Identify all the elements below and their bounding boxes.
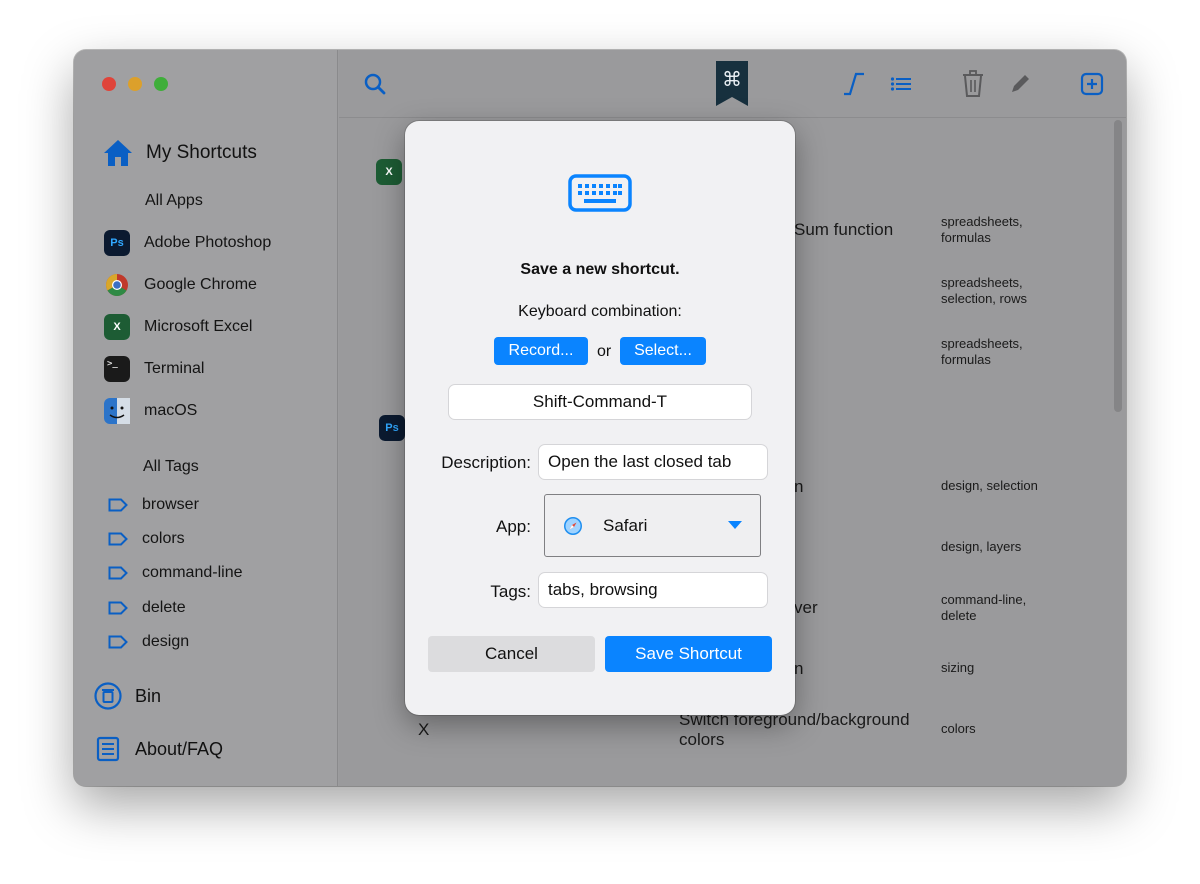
sidebar-item-label: My Shortcuts [146,142,257,163]
sidebar-tag-delete[interactable]: delete [108,599,186,617]
combination-field[interactable]: Shift-Command-T [448,384,752,420]
sidebar-item-all-apps[interactable]: All Apps [145,192,203,210]
chrome-icon [104,272,130,298]
app-label: App: [496,517,531,536]
photoshop-icon: Ps [104,230,130,256]
row-tags: command-line, delete [941,592,1027,623]
search-icon[interactable] [363,72,387,96]
select-button[interactable]: Select... [620,337,706,365]
tags-label: Tags: [490,582,531,601]
photoshop-icon: Ps [379,415,405,441]
toolbar: ⌘ [339,50,1126,118]
sidebar-item-label: All Tags [143,458,199,475]
cancel-button[interactable]: Cancel [428,636,595,672]
sidebar-item-my-shortcuts[interactable]: My Shortcuts [102,138,257,168]
save-shortcut-button[interactable]: Save Shortcut [605,636,772,672]
or-label: or [597,343,612,360]
dialog-title: Save a new shortcut. [520,261,680,278]
sidebar-tag-label: colors [142,530,185,547]
row-tags: spreadsheets, formulas [941,336,1023,367]
row-tags: spreadsheets, selection, rows [941,275,1027,306]
sidebar-item-label: Microsoft Excel [144,318,253,335]
tags-field[interactable]: tabs, browsing [538,572,768,608]
row-tags: design, layers [941,539,1022,554]
tag-icon [108,566,128,580]
sidebar-tag-command-line[interactable]: command-line [108,564,242,582]
sidebar-tag-browser[interactable]: browser [108,496,199,514]
sidebar-item-all-tags[interactable]: All Tags [143,458,199,476]
description-field[interactable]: Open the last closed tab [538,444,768,480]
sidebar-item-label: Bin [135,685,162,706]
edit-icon[interactable] [1009,73,1031,95]
description-label: Description: [441,453,531,472]
tag-icon [108,498,128,512]
safari-icon [564,516,582,535]
delete-icon[interactable] [961,70,985,98]
zoom-window-button[interactable] [154,77,168,91]
sidebar-tag-colors[interactable]: colors [108,530,185,548]
sidebar-item-bin[interactable]: Bin [94,682,161,710]
close-window-button[interactable] [102,77,116,91]
sidebar-item-label: All Apps [145,192,203,209]
scrollbar[interactable] [1114,120,1122,412]
tag-icon [108,601,128,615]
sidebar-item-terminal[interactable]: >_ Terminal [104,356,204,382]
sidebar-item-label: Adobe Photoshop [144,234,272,251]
sidebar-item-label: macOS [144,402,198,419]
combination-label: Keyboard combination: [518,303,682,320]
row-description: ver [794,598,818,617]
minimize-window-button[interactable] [128,77,142,91]
function-icon[interactable] [842,72,868,96]
tag-icon [108,532,128,546]
home-icon [104,140,132,166]
sidebar: My Shortcuts All Apps Ps Adobe Photoshop… [74,50,338,786]
row-description: n [794,477,804,496]
app-select-value: Safari [603,515,648,535]
sidebar-tag-label: browser [142,496,199,513]
sidebar-item-excel[interactable]: X Microsoft Excel [104,314,252,340]
keyboard-icon [568,174,632,212]
excel-icon: X [104,314,130,340]
row-key: X [418,720,430,739]
tag-icon [108,635,128,649]
app-logo-icon: ⌘ [716,61,748,106]
sidebar-item-about[interactable]: About/FAQ [96,736,223,762]
row-description: n [794,659,804,678]
sidebar-item-label: Terminal [144,360,205,377]
sidebar-item-chrome[interactable]: Google Chrome [104,272,257,298]
trash-icon [94,682,122,710]
chevron-down-icon [728,521,742,529]
row-description: Sum function [794,220,894,239]
sidebar-item-photoshop[interactable]: Ps Adobe Photoshop [104,230,271,256]
sidebar-item-macos[interactable]: macOS [104,398,197,424]
excel-icon: X [376,159,402,185]
new-shortcut-dialog: Save a new shortcut. Keyboard combinatio… [405,121,795,715]
sidebar-item-label: About/FAQ [135,738,224,759]
sidebar-item-label: Google Chrome [144,276,257,293]
sidebar-tag-label: delete [142,599,186,616]
terminal-icon: >_ [104,356,130,382]
record-button[interactable]: Record... [494,337,588,365]
row-tags: design, selection [941,478,1038,493]
finder-icon [104,398,130,424]
row-tags: spreadsheets, formulas [941,214,1023,245]
document-icon [96,736,120,762]
list-icon[interactable] [890,74,912,94]
app-select[interactable]: Safari [544,494,761,557]
row-tags: sizing [941,660,975,675]
row-description: Switch foreground/background colors [679,710,910,749]
sidebar-tag-label: design [142,633,190,650]
sidebar-tag-design[interactable]: design [108,633,189,651]
sidebar-tag-label: command-line [142,564,243,581]
row-tags: colors [941,721,976,736]
add-icon[interactable] [1080,72,1104,96]
